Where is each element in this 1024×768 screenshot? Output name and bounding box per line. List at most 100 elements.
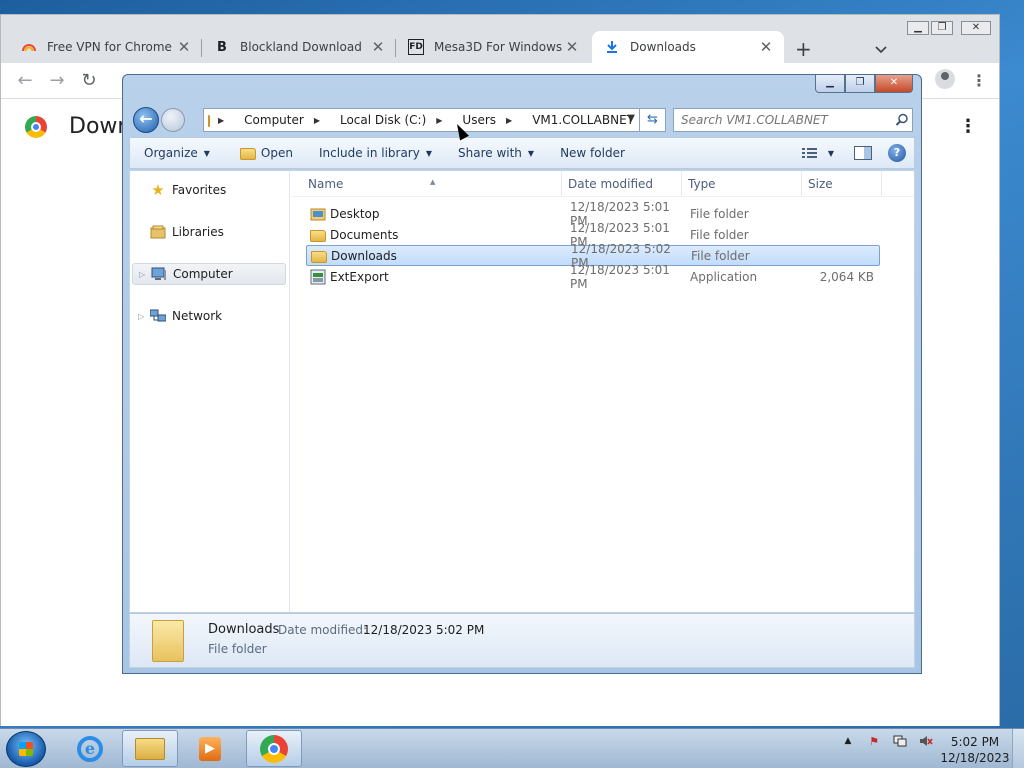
search-icon[interactable]: [895, 113, 909, 127]
chrome-menu-icon[interactable]: ⋮: [971, 71, 987, 90]
column-header-name[interactable]: ▲ Name: [292, 171, 562, 197]
preview-pane-icon[interactable]: [854, 146, 872, 160]
back-arrow-icon[interactable]: ←: [15, 71, 35, 91]
column-header-date[interactable]: Date modified: [562, 171, 682, 197]
nav-label: Libraries: [172, 225, 224, 239]
chevron-down-icon: ▼: [527, 148, 535, 158]
close-icon[interactable]: ✕: [961, 21, 991, 35]
taskbar-media-player[interactable]: ▶: [182, 730, 238, 767]
media-player-icon: ▶: [199, 736, 221, 761]
button-label: Include in library: [318, 146, 420, 160]
reload-icon[interactable]: ↻: [79, 71, 99, 91]
computer-icon: [151, 266, 167, 282]
button-label: New folder: [560, 146, 625, 160]
close-tab-icon[interactable]: ✕: [370, 38, 386, 56]
views-icon[interactable]: ▼: [801, 147, 834, 159]
include-in-library-button[interactable]: Include in library ▼: [303, 146, 442, 160]
minimize-icon[interactable]: ▁: [907, 21, 929, 35]
taskbar-internet-explorer[interactable]: e: [62, 730, 118, 767]
rainbow-icon: [21, 39, 37, 55]
system-tray: ▲ ⚑: [840, 733, 944, 749]
nav-label: Network: [172, 309, 223, 323]
close-icon[interactable]: ✕: [875, 75, 913, 93]
expand-arrow-icon[interactable]: ▷: [138, 312, 144, 321]
downloads-folder-icon: [311, 250, 327, 263]
taskbar-windows-explorer[interactable]: [122, 730, 178, 767]
nav-computer[interactable]: ▷ Computer: [132, 263, 286, 285]
share-with-button[interactable]: Share with ▼: [442, 146, 544, 160]
expand-arrow-icon[interactable]: ▷: [139, 270, 145, 279]
back-button[interactable]: ←: [133, 107, 159, 133]
help-icon[interactable]: ?: [888, 144, 906, 162]
desktop-folder-icon: [310, 206, 326, 222]
breadcrumb-arrow[interactable]: ▶: [506, 116, 522, 125]
fd-logo-icon: FD: [408, 39, 424, 55]
column-label: Type: [688, 177, 716, 191]
chrome-icon: [260, 734, 288, 763]
chrome-tab-blockland[interactable]: B Blockland Download ✕: [202, 31, 396, 63]
explorer-window: ▁ ❐ ✕ ← ▶ Computer ▶ Local Disk (C:) ▶ U…: [122, 74, 922, 674]
close-tab-icon[interactable]: ✕: [758, 38, 774, 56]
action-center-flag-icon[interactable]: ⚑: [866, 733, 882, 749]
column-header-type[interactable]: Type: [682, 171, 802, 197]
breadcrumb-label: Users: [462, 113, 497, 127]
command-bar: Organize ▼ Open Include in library ▼ Share…: [129, 137, 915, 169]
breadcrumb-arrow[interactable]: ▶: [436, 116, 452, 125]
details-pane: Downloads Date modified: 12/18/2023 5:02…: [129, 613, 915, 668]
documents-folder-icon: [310, 229, 326, 242]
organize-button[interactable]: Organize ▼: [130, 146, 220, 160]
breadcrumb-label: Local Disk (C:): [339, 113, 427, 127]
breadcrumb-root-arrow[interactable]: ▶: [218, 116, 234, 125]
volume-muted-icon[interactable]: [918, 733, 934, 749]
tab-title: Downloads: [630, 40, 696, 54]
breadcrumb-users[interactable]: Users: [462, 113, 496, 127]
folder-icon: [152, 620, 184, 662]
explorer-body: ★ Favorites Libraries ▷ Computer ▷ Netwo…: [129, 170, 915, 613]
file-list: ▲ Name Date modified Type Size Desktop 1…: [292, 171, 914, 612]
breadcrumb-local-disk[interactable]: Local Disk (C:): [340, 113, 426, 127]
open-button[interactable]: Open: [220, 146, 303, 160]
new-tab-button[interactable]: +: [795, 37, 812, 61]
taskbar-chrome[interactable]: [246, 730, 302, 767]
chrome-tab-downloads[interactable]: Downloads ✕: [592, 31, 784, 63]
address-dropdown-icon[interactable]: ▼: [627, 113, 635, 124]
chrome-tab-vpn[interactable]: Free VPN for Chrome - V ✕: [9, 31, 202, 63]
minimize-icon[interactable]: ▁: [815, 75, 845, 93]
clock[interactable]: 5:02 PM 12/18/2023: [936, 734, 1014, 766]
refresh-icon[interactable]: ⇆: [640, 108, 666, 132]
forward-button[interactable]: [161, 108, 185, 132]
nav-libraries[interactable]: Libraries: [132, 221, 286, 243]
breadcrumb-vm1[interactable]: VM1.COLLABNET: [532, 113, 634, 127]
close-tab-icon[interactable]: ✕: [176, 38, 192, 56]
column-header-size[interactable]: Size: [802, 171, 882, 197]
file-row-extexport[interactable]: ExtExport 12/18/2023 5:01 PM Application…: [306, 263, 880, 291]
new-folder-button[interactable]: New folder: [544, 146, 635, 160]
chrome-tab-strip: Free VPN for Chrome - V ✕ B Blockland Do…: [1, 15, 999, 63]
show-desktop-button[interactable]: [1012, 729, 1024, 768]
nav-favorites[interactable]: ★ Favorites: [132, 179, 286, 201]
network-status-icon[interactable]: [892, 733, 908, 749]
close-tab-icon[interactable]: ✕: [564, 38, 580, 56]
show-hidden-icons-icon[interactable]: ▲: [840, 733, 856, 749]
breadcrumb-arrow[interactable]: ▶: [314, 116, 330, 125]
nav-network[interactable]: ▷ Network: [132, 305, 286, 327]
file-size: 2,064 KB: [819, 269, 874, 284]
maximize-icon[interactable]: ❐: [845, 75, 875, 93]
star-icon: ★: [151, 181, 165, 199]
restore-icon[interactable]: ❐: [931, 21, 953, 35]
profile-avatar-icon[interactable]: [935, 69, 955, 89]
file-name: Downloads: [331, 248, 397, 263]
forward-arrow-icon[interactable]: →: [47, 71, 67, 91]
breadcrumb-computer[interactable]: Computer: [244, 113, 304, 127]
chevron-down-icon[interactable]: [875, 43, 889, 57]
tab-title: Blockland Download: [240, 40, 362, 54]
address-bar[interactable]: ▶ Computer ▶ Local Disk (C:) ▶ Users ▶ V…: [203, 108, 650, 132]
chrome-tab-mesa3d[interactable]: FD Mesa3D For Windows - ✕: [396, 31, 590, 63]
start-button[interactable]: [6, 731, 46, 767]
downloads-menu-icon[interactable]: ⋮: [959, 116, 977, 137]
button-label: Share with: [458, 146, 522, 160]
navigation-pane: ★ Favorites Libraries ▷ Computer ▷ Netwo…: [130, 171, 290, 612]
window-controls: ▁ ❐ ✕: [815, 75, 913, 93]
search-input[interactable]: [673, 108, 913, 132]
column-label: Name: [308, 177, 344, 191]
